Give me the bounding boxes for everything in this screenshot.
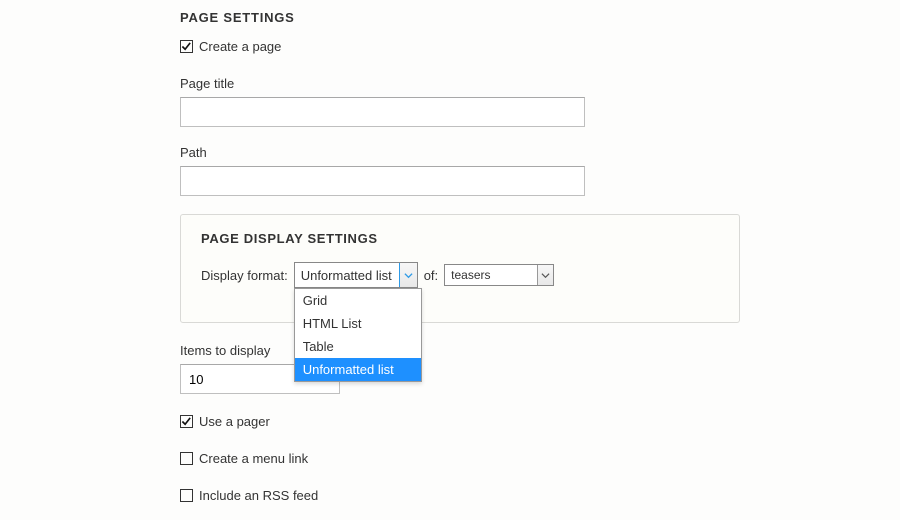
- row-style-value: teasers: [445, 268, 537, 282]
- path-input[interactable]: [180, 166, 585, 196]
- create-page-checkbox[interactable]: Create a page: [180, 39, 900, 54]
- checkbox-icon: [180, 415, 193, 428]
- display-format-label: Display format:: [201, 268, 288, 283]
- page-display-settings-fieldset: PAGE DISPLAY SETTINGS Display format: Un…: [180, 214, 740, 323]
- format-option-unformatted-list[interactable]: Unformatted list: [295, 358, 421, 381]
- page-settings-section: PAGE SETTINGS Create a page Page title P…: [180, 10, 900, 503]
- checkbox-icon: [180, 40, 193, 53]
- create-menu-link-label: Create a menu link: [199, 451, 308, 466]
- format-option-html-list[interactable]: HTML List: [295, 312, 421, 335]
- page-title-input[interactable]: [180, 97, 585, 127]
- items-to-display-label: Items to display: [180, 343, 900, 358]
- use-pager-label: Use a pager: [199, 414, 270, 429]
- chevron-down-icon: [537, 265, 553, 285]
- format-option-table[interactable]: Table: [295, 335, 421, 358]
- path-label: Path: [180, 145, 900, 160]
- page-settings-heading: PAGE SETTINGS: [180, 10, 900, 25]
- create-menu-link-checkbox[interactable]: Create a menu link: [180, 451, 900, 466]
- checkbox-icon: [180, 452, 193, 465]
- format-option-grid[interactable]: Grid: [295, 289, 421, 312]
- display-format-dropdown: Grid HTML List Table Unformatted list: [294, 288, 422, 382]
- checkbox-icon: [180, 489, 193, 502]
- use-pager-checkbox[interactable]: Use a pager: [180, 414, 900, 429]
- row-style-select[interactable]: teasers: [444, 264, 554, 286]
- display-format-value: Unformatted list: [295, 268, 399, 283]
- include-rss-label: Include an RSS feed: [199, 488, 318, 503]
- display-format-select[interactable]: Unformatted list Grid HTML List Table Un…: [294, 262, 418, 288]
- of-label: of:: [424, 268, 438, 283]
- page-title-label: Page title: [180, 76, 900, 91]
- include-rss-checkbox[interactable]: Include an RSS feed: [180, 488, 900, 503]
- chevron-down-icon: [399, 263, 417, 287]
- page-display-settings-heading: PAGE DISPLAY SETTINGS: [201, 231, 719, 246]
- create-page-label: Create a page: [199, 39, 281, 54]
